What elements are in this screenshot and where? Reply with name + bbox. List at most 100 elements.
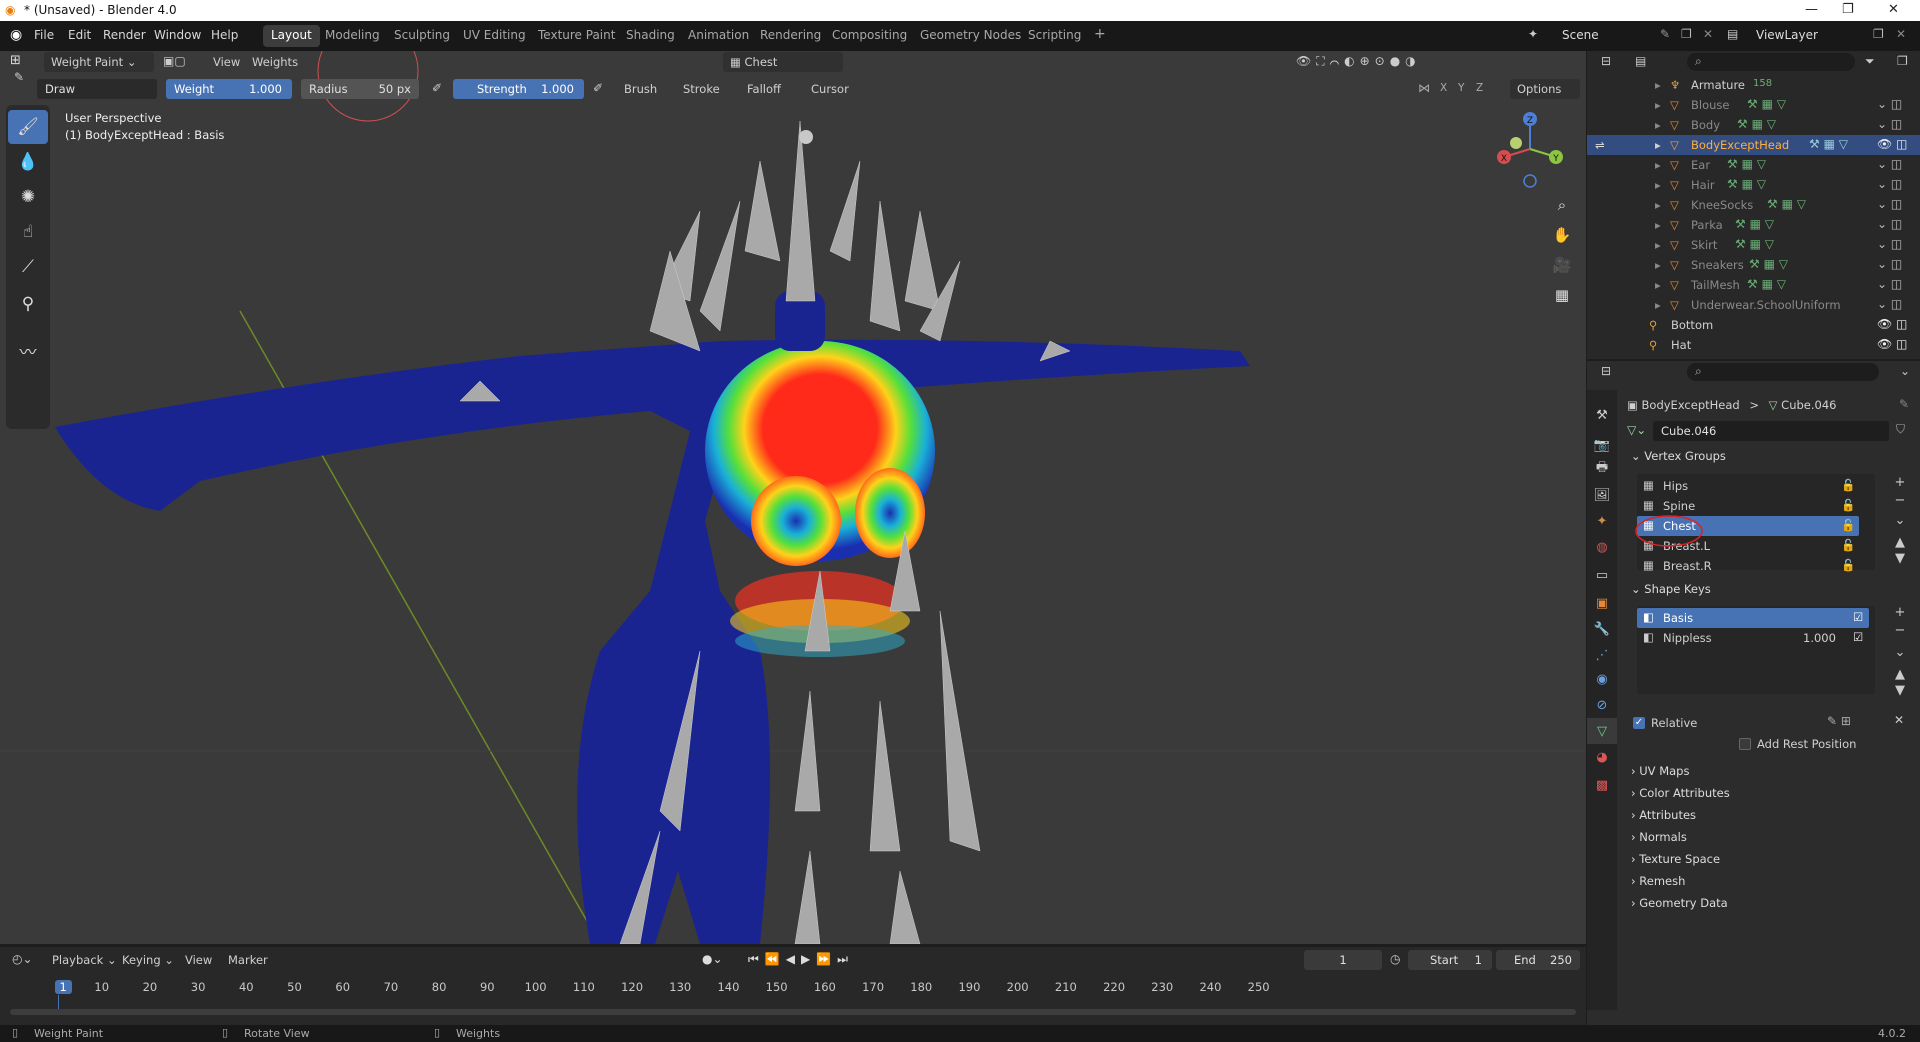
constraints-tab-icon[interactable]: ⊘ — [1587, 692, 1617, 718]
outliner-row[interactable]: ⚲ Bottom 👁 ◫ — [1587, 315, 1920, 335]
menu-help[interactable]: Help — [211, 28, 238, 42]
strength-pressure-icon[interactable]: ✐ — [593, 81, 603, 95]
visibility-icons[interactable]: ⌄ ◫ — [1877, 157, 1902, 171]
tool-tab-icon[interactable]: ⚒ — [1587, 402, 1617, 428]
material-tab-icon[interactable]: ◕ — [1587, 744, 1617, 770]
add-rest-position-checkbox[interactable] — [1739, 738, 1751, 750]
collection-tab-icon[interactable]: ▭ — [1587, 562, 1617, 588]
zoom-icon[interactable]: ⌕ — [1548, 191, 1576, 219]
pan-hand-icon[interactable]: ✋ — [1548, 221, 1576, 249]
tab-uv-editing[interactable]: UV Editing — [455, 25, 534, 47]
mute-checkbox[interactable]: ☑ — [1853, 630, 1863, 644]
list-item[interactable]: ▦ Breast.R 🔓 — [1637, 556, 1859, 576]
menu-render[interactable]: Render — [103, 28, 146, 42]
outliner-row[interactable]: ▸ ▽ Ear ⚒ ▦ ▽ ⌄ ◫ — [1587, 155, 1920, 175]
delete-scene-icon[interactable]: ✕ — [1703, 27, 1713, 41]
brush-name-field[interactable]: Draw — [37, 79, 157, 99]
radius-slider[interactable]: Radius 50 px — [301, 79, 419, 99]
mode-dropdown[interactable]: Weight Paint ⌄ — [44, 52, 154, 72]
geometry-data-panel[interactable]: › Geometry Data — [1631, 896, 1728, 910]
tab-animation[interactable]: Animation — [680, 25, 757, 47]
remesh-panel[interactable]: › Remesh — [1631, 874, 1685, 888]
navigation-gizmo[interactable]: Z Y X — [1490, 109, 1570, 189]
close-window-button[interactable]: ✕ — [1888, 2, 1899, 17]
falloff-menu[interactable]: Falloff — [747, 82, 781, 96]
lock-icon[interactable]: 🔓 — [1841, 558, 1855, 572]
menu-file[interactable]: File — [34, 28, 54, 42]
menu-window[interactable]: Window — [154, 28, 201, 42]
visibility-icons[interactable]: ⌄ ◫ — [1877, 277, 1902, 291]
vertex-groups-header[interactable]: ⌄ Vertex Groups — [1631, 449, 1726, 463]
outliner-row[interactable]: ▸ ▽ Blouse ⚒ ▦ ▽ ⌄ ◫ — [1587, 95, 1920, 115]
new-collection-icon[interactable]: ❐ — [1897, 54, 1908, 68]
tab-modeling[interactable]: Modeling — [317, 25, 388, 47]
normals-panel[interactable]: › Normals — [1631, 830, 1687, 844]
expand-icon[interactable]: ▸ — [1655, 258, 1661, 272]
expand-icon[interactable]: ▸ — [1655, 78, 1661, 92]
tab-geometry-nodes[interactable]: Geometry Nodes — [912, 25, 1029, 47]
add-vertex-group-button[interactable]: + — [1891, 475, 1909, 493]
outliner-row[interactable]: ▸ ▽ Underwear.SchoolUniform ⌄ ◫ — [1587, 295, 1920, 315]
cursor-menu[interactable]: Cursor — [811, 82, 849, 96]
render-tab-icon[interactable]: 📷 — [1587, 432, 1617, 458]
tab-shading[interactable]: Shading — [618, 25, 683, 47]
outliner-row[interactable]: ▸ ▽ Skirt ⚒ ▦ ▽ ⌄ ◫ — [1587, 235, 1920, 255]
lock-icon[interactable]: 🔓 — [1841, 518, 1855, 532]
pin-icon[interactable]: ✎ — [1660, 27, 1670, 41]
visibility-icons[interactable]: ⌄ ◫ — [1877, 297, 1902, 311]
shape-key-tool-icons[interactable]: ✎ ⊞ — [1827, 714, 1851, 728]
chevron-down-icon[interactable]: ⌄ — [1900, 364, 1910, 378]
outliner-row[interactable]: ▸ ▽ Parka ⚒ ▦ ▽ ⌄ ◫ — [1587, 215, 1920, 235]
outliner-row-selected[interactable]: ⇌ ▸ ▽ BodyExceptHead ⚒ ▦ ▽ 👁 ◫ — [1587, 135, 1920, 155]
visibility-icons[interactable]: ⌄ ◫ — [1877, 237, 1902, 251]
restore-button[interactable]: ❐ — [1842, 2, 1854, 17]
annotate-tool-icon[interactable]: 〰 — [8, 333, 48, 367]
gradient-tool-icon[interactable]: ⟋ — [8, 250, 48, 284]
attributes-panel[interactable]: › Attributes — [1631, 808, 1696, 822]
minimize-button[interactable]: — — [1805, 2, 1818, 17]
draw-tool-icon[interactable]: 🖌 — [8, 110, 48, 144]
visibility-icons[interactable]: 👁 ◫ — [1877, 137, 1907, 151]
visibility-icons[interactable]: 👁 ◫ — [1877, 317, 1907, 331]
lock-icon[interactable]: 🔓 — [1841, 538, 1855, 552]
shape-keys-header[interactable]: ⌄ Shape Keys — [1631, 582, 1711, 596]
vertex-group-specials-button[interactable]: ⌄ — [1891, 513, 1909, 531]
tab-rendering[interactable]: Rendering — [752, 25, 829, 47]
expand-icon[interactable]: ▸ — [1655, 238, 1661, 252]
properties-editor-icon[interactable]: ⊟ — [1601, 364, 1611, 378]
paint-mask-icons[interactable]: ▣▢ — [163, 54, 186, 68]
new-view-layer-icon[interactable]: ❐ — [1873, 27, 1884, 41]
move-down-button[interactable]: ▼ — [1891, 683, 1909, 701]
mesh-name-field[interactable]: Cube.046 — [1653, 421, 1889, 441]
lock-icon[interactable]: 🔓 — [1841, 498, 1855, 512]
visibility-icons[interactable]: ⌄ ◫ — [1877, 217, 1902, 231]
outliner-row[interactable]: ▸ ▽ Sneakers ⚒ ▦ ▽ ⌄ ◫ — [1587, 255, 1920, 275]
outliner-row[interactable]: ⚲ Hat 👁 ◫ — [1587, 335, 1920, 355]
remove-vertex-group-button[interactable]: − — [1891, 493, 1909, 511]
mirror-y[interactable]: Y — [1458, 82, 1464, 94]
new-scene-icon[interactable]: ❐ — [1681, 27, 1692, 41]
options-dropdown[interactable]: Options — [1510, 79, 1580, 99]
weight-slider[interactable]: Weight 1.000 — [166, 79, 292, 99]
lock-icon[interactable]: 🔓 — [1841, 478, 1855, 492]
expand-icon[interactable]: ▸ — [1655, 98, 1661, 112]
clear-shape-key-icon[interactable]: ✕ — [1894, 713, 1904, 727]
outliner-row[interactable]: ▸ ▽ Hair ⚒ ▦ ▽ ⌄ ◫ — [1587, 175, 1920, 195]
expand-icon[interactable]: ▸ — [1655, 218, 1661, 232]
expand-icon[interactable]: ▸ — [1655, 278, 1661, 292]
playhead-line[interactable] — [58, 995, 59, 1009]
camera-icon[interactable]: 🎥 — [1548, 251, 1576, 279]
physics-tab-icon[interactable]: ◉ — [1587, 666, 1617, 692]
shape-key-specials-button[interactable]: ⌄ — [1891, 645, 1909, 663]
expand-icon[interactable]: ▸ — [1655, 158, 1661, 172]
outliner-editor-icon[interactable]: ⊟ — [1601, 54, 1611, 68]
add-workspace-button[interactable]: + — [1086, 23, 1114, 45]
mirror-x[interactable]: X — [1440, 82, 1447, 94]
list-item[interactable]: ▦ Hips 🔓 — [1637, 476, 1859, 496]
viewport-overlay-icons[interactable]: 👁⛶⌒◐⊕⊙●◑ — [1296, 54, 1421, 69]
tab-sculpting[interactable]: Sculpting — [386, 25, 458, 47]
scene-tab-icon[interactable]: ✦ — [1587, 508, 1617, 534]
relative-checkbox[interactable]: ✓ — [1633, 717, 1645, 729]
filter-icon[interactable]: ⏷ — [1865, 54, 1875, 69]
mute-checkbox[interactable]: ☑ — [1853, 610, 1863, 624]
